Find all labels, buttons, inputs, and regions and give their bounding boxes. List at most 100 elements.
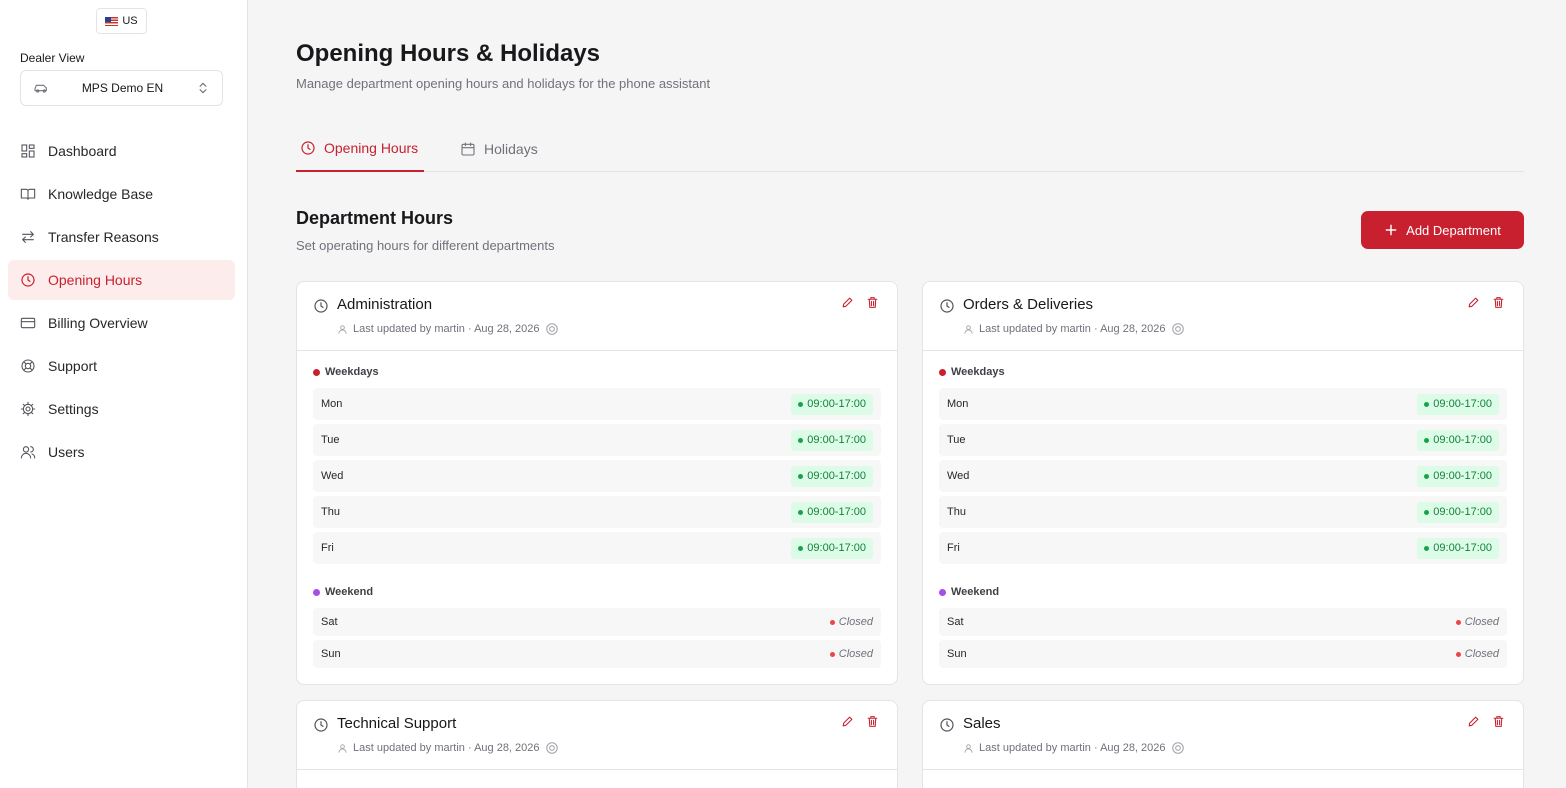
closed-status: Closed (829, 648, 873, 660)
hours-badge: 09:00-17:00 (1417, 429, 1499, 451)
info-icon[interactable] (545, 322, 559, 336)
weekdays-dot (939, 368, 946, 376)
delete-icon[interactable] (1492, 715, 1505, 728)
edit-icon[interactable] (1467, 296, 1480, 309)
card-body: Weekdays Mon 09:00-17:00 Tue 09:00-17:00 W… (297, 351, 897, 684)
plus-icon (1385, 224, 1397, 236)
weekend-dot (939, 588, 946, 596)
tab-holidays[interactable]: Holidays (456, 125, 542, 172)
dealer-select[interactable]: MPS Demo EN (20, 70, 223, 106)
sidebar-item-users[interactable]: Users (8, 432, 235, 472)
edit-icon[interactable] (1467, 715, 1480, 728)
hours-text: 09:00-17:00 (1433, 434, 1492, 446)
group-label-text: Weekdays (951, 366, 1005, 378)
open-dot (1424, 437, 1430, 443)
info-icon[interactable] (545, 741, 559, 755)
open-dot (798, 509, 804, 515)
table-row: Thu 09:00-17:00 (313, 496, 881, 528)
open-dot (1424, 545, 1430, 551)
hours-badge: 09:00-17:00 (1417, 393, 1499, 415)
table-row: Sat Closed (939, 608, 1507, 636)
sidebar: US Dealer View MPS Demo EN Dashboard Kno… (0, 0, 248, 788)
department-name: Technical Support (337, 715, 457, 732)
day-name: Thu (947, 506, 966, 518)
sidebar-item-billing-overview[interactable]: Billing Overview (8, 303, 235, 343)
section-title: Department Hours (296, 208, 454, 228)
department-card-administration: Administration Last updated by martin · … (296, 281, 898, 685)
hours-text: 09:00-17:00 (807, 506, 866, 518)
info-icon[interactable] (1171, 322, 1185, 336)
sidebar-item-opening-hours[interactable]: Opening Hours (8, 260, 235, 300)
last-updated-text: Last updated by martin · Aug 28, 2026 (979, 742, 1166, 754)
day-name: Tue (321, 434, 340, 446)
language-selector[interactable]: US (96, 8, 147, 34)
table-row: Mon 09:00-17:00 (313, 388, 881, 420)
weekend-rows: Sat Closed Sun Closed (313, 608, 881, 668)
closed-status: Closed (1455, 616, 1499, 628)
sidebar-item-label: Dashboard (48, 143, 117, 159)
card-header: Orders & Deliveries Last updated by mart… (923, 282, 1523, 351)
sidebar-item-dashboard[interactable]: Dashboard (8, 131, 235, 171)
arrows-icon (22, 231, 34, 243)
delete-icon[interactable] (866, 715, 879, 728)
sidebar-item-support[interactable]: Support (8, 346, 235, 386)
last-updated-text: Last updated by martin · Aug 28, 2026 (353, 742, 540, 754)
clock-icon (314, 299, 328, 313)
last-updated-text: Last updated by martin · Aug 28, 2026 (979, 323, 1166, 335)
sidebar-item-knowledge-base[interactable]: Knowledge Base (8, 174, 235, 214)
closed-text: Closed (838, 648, 873, 660)
hours-text: 09:00-17:00 (807, 542, 866, 554)
tab-opening-hours[interactable]: Opening Hours (296, 125, 424, 172)
group-label-text: Weekend (325, 586, 374, 598)
last-updated: Last updated by martin · Aug 28, 2026 (963, 322, 1185, 336)
department-card-sales: Sales Last updated by martin · Aug 28, 2… (922, 700, 1524, 788)
clock-icon (940, 299, 954, 313)
user-icon (964, 743, 973, 753)
credit-card-icon (20, 317, 36, 329)
closed-status: Closed (1455, 648, 1499, 660)
language-label: US (122, 15, 138, 27)
gear-icon (20, 401, 36, 417)
sidebar-item-settings[interactable]: Settings (8, 389, 235, 429)
weekend-label: Weekend (939, 584, 1507, 600)
card-header: Technical Support Last updated by martin… (297, 701, 897, 770)
user-icon (338, 743, 347, 753)
tab-label: Holidays (484, 140, 538, 157)
closed-dot (829, 619, 835, 625)
department-card-technical-support: Technical Support Last updated by martin… (296, 700, 898, 788)
hours-badge: 09:00-17:00 (791, 429, 873, 451)
day-name: Mon (321, 398, 343, 410)
dashboard-icon (21, 144, 35, 158)
info-icon[interactable] (1171, 741, 1185, 755)
chevron-up-down-icon (199, 82, 207, 94)
closed-text: Closed (838, 616, 873, 628)
hours-text: 09:00-17:00 (1433, 542, 1492, 554)
day-name: Wed (947, 470, 970, 482)
open-dot (798, 437, 804, 443)
sidebar-item-transfer-reasons[interactable]: Transfer Reasons (8, 217, 235, 257)
delete-icon[interactable] (1492, 296, 1505, 309)
add-department-button[interactable]: Add Department (1361, 211, 1524, 249)
edit-icon[interactable] (841, 715, 854, 728)
card-actions (1467, 715, 1505, 728)
edit-icon[interactable] (841, 296, 854, 309)
open-dot (798, 401, 804, 407)
tab-label: Opening Hours (324, 139, 419, 156)
hours-text: 09:00-17:00 (1433, 398, 1492, 410)
table-row: Tue 09:00-17:00 (313, 424, 881, 456)
user-icon (338, 324, 347, 334)
clock-icon (21, 273, 35, 287)
table-row: Tue 09:00-17:00 (939, 424, 1507, 456)
closed-text: Closed (1464, 616, 1499, 628)
hours-text: 09:00-17:00 (1433, 470, 1492, 482)
department-name: Sales (963, 715, 1001, 732)
table-row: Fri 09:00-17:00 (939, 532, 1507, 564)
table-row: Thu 09:00-17:00 (939, 496, 1507, 528)
closed-dot (1455, 651, 1461, 657)
table-row: Sun Closed (313, 640, 881, 668)
day-name: Mon (947, 398, 969, 410)
delete-icon[interactable] (866, 296, 879, 309)
sidebar-item-label: Settings (48, 401, 99, 417)
day-name: Sun (947, 648, 967, 660)
weekdays-dot (313, 368, 320, 376)
